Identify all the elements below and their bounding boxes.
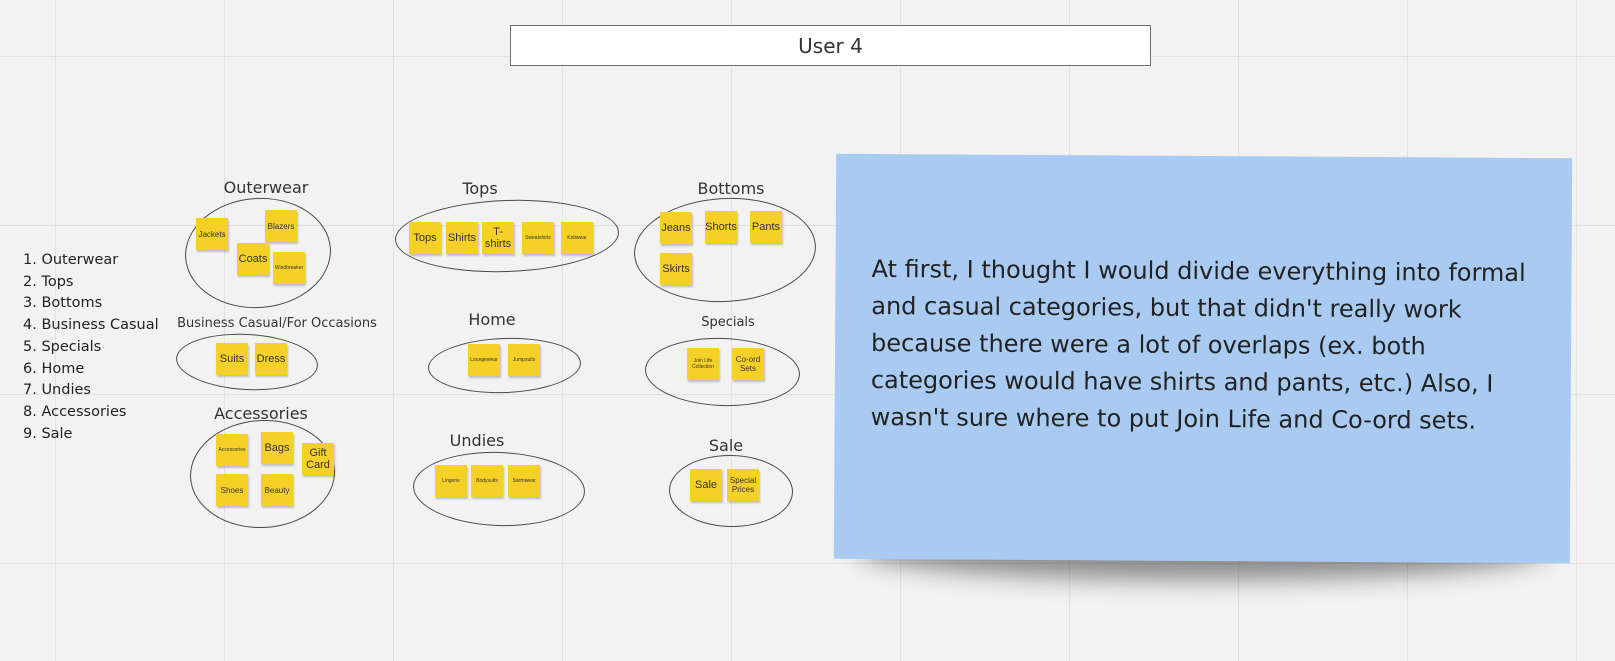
sticky-note[interactable]: Loungewear (468, 344, 500, 376)
group-label-specials[interactable]: Specials (701, 315, 755, 330)
list-item: 5. Specials (23, 338, 102, 355)
group-label-undies[interactable]: Undies (450, 431, 505, 450)
comment-note-text: At first, I thought I would divide every… (870, 254, 1526, 435)
list-item: 6. Home (23, 360, 85, 377)
group-label-sale[interactable]: Sale (709, 436, 743, 455)
group-loop-home[interactable] (427, 335, 582, 396)
sticky-note[interactable]: Sweatshirts (522, 222, 554, 254)
sticky-note[interactable]: Bodysuits (471, 465, 503, 497)
list-item: 8. Accessories (23, 403, 127, 420)
sticky-note[interactable]: Shoes (216, 474, 248, 506)
sticky-note[interactable]: Beauty (261, 474, 293, 506)
sticky-note[interactable]: Accessories (216, 434, 248, 466)
sticky-note[interactable]: Swimwear (508, 465, 540, 497)
sticky-note[interactable]: Jeans (660, 212, 692, 244)
sticky-note[interactable]: T-shirts (482, 222, 514, 254)
sticky-note[interactable]: Windbreaker (273, 252, 305, 284)
sticky-note[interactable]: Co-ord Sets (732, 348, 764, 380)
group-label-business-casual[interactable]: Business Casual/For Occasions (177, 316, 377, 331)
sticky-note[interactable]: Tops (409, 222, 441, 254)
group-label-home[interactable]: Home (468, 310, 515, 329)
group-loop-specials[interactable] (643, 335, 802, 409)
sticky-note[interactable]: Sale (690, 469, 722, 501)
sticky-note[interactable]: Shirts (446, 222, 478, 254)
sticky-note[interactable]: Special Prices (727, 469, 759, 501)
list-item: 9. Sale (23, 425, 73, 442)
sticky-note[interactable]: Gift Card (302, 443, 334, 475)
sticky-note[interactable]: Lingerie (435, 465, 467, 497)
sticky-note[interactable]: Skirts (660, 253, 692, 285)
list-item: 1. Outerwear (23, 252, 119, 268)
group-label-tops[interactable]: Tops (462, 179, 497, 198)
list-item: 4. Business Casual (23, 317, 159, 334)
board-title[interactable]: User 4 (510, 25, 1151, 66)
list-item: 7. Undies (23, 382, 91, 399)
sticky-note[interactable]: Join Life Collection (687, 348, 719, 380)
group-label-outerwear[interactable]: Outerwear (224, 178, 309, 197)
comment-sticky-note[interactable]: At first, I thought I would divide every… (833, 153, 1573, 564)
sticky-note[interactable]: Suits (216, 343, 248, 375)
sticky-note[interactable]: Pants (750, 211, 782, 243)
sticky-note[interactable]: Blazers (265, 210, 297, 242)
sticky-note[interactable]: Shorts (705, 211, 737, 243)
group-label-bottoms[interactable]: Bottoms (697, 179, 764, 198)
list-item: 3. Bottoms (23, 295, 103, 312)
sticky-note[interactable]: Jumpsuits (508, 344, 540, 376)
sticky-note[interactable]: Jackets (196, 218, 228, 250)
sticky-note[interactable]: Knitwear (561, 222, 593, 254)
list-item: 2. Tops (23, 273, 74, 290)
sticky-note[interactable]: Dress (255, 343, 287, 375)
sticky-note[interactable]: Coats (237, 243, 269, 275)
sticky-note[interactable]: Bags (261, 432, 293, 464)
category-list: 1. Outerwear 2. Tops 3. Bottoms 4. Busin… (23, 250, 159, 445)
